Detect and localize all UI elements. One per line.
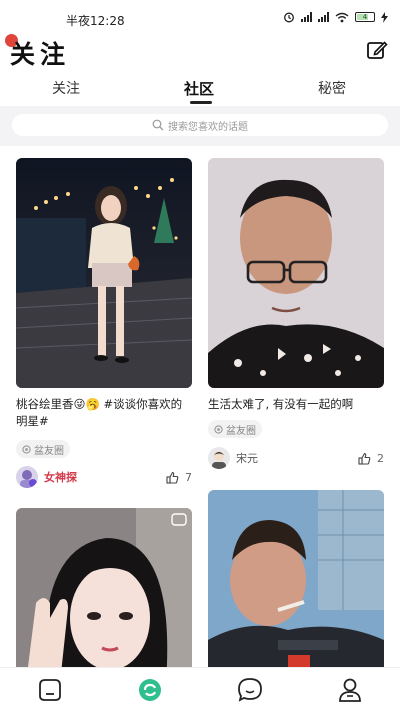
message-icon[interactable] xyxy=(236,677,264,703)
wifi-icon xyxy=(335,12,349,22)
signal-icon xyxy=(301,12,312,22)
home-icon[interactable] xyxy=(36,677,64,703)
alarm-icon xyxy=(284,12,294,23)
post-card[interactable]: 生活太难了, 有没有一起的啊 盆友圈 宋元 2 xyxy=(208,158,384,493)
topic-tag[interactable]: 盆友圈 xyxy=(208,420,262,438)
tab-community[interactable]: 社区 xyxy=(184,78,214,99)
post-image[interactable] xyxy=(208,158,384,388)
thumbs-up-icon xyxy=(166,471,179,484)
search-placeholder: 搜索您喜欢的话题 xyxy=(168,121,248,133)
battery-icon: 4 xyxy=(355,12,375,22)
search-icon xyxy=(152,119,164,131)
community-icon[interactable] xyxy=(136,677,164,703)
tab-following[interactable]: 关注 xyxy=(52,78,80,98)
author-name[interactable]: 女神探 xyxy=(44,469,77,485)
signal-icon-2 xyxy=(318,12,329,22)
post-title[interactable]: 生活太难了, 有没有一起的啊 xyxy=(208,396,384,413)
post-feed: 桃谷绘里香😜🥱 #谈谈你喜欢的明星# 盆友圈 女神探 7 生活太难了, 有没有一… xyxy=(0,146,400,667)
like-count: 2 xyxy=(377,451,384,465)
post-title[interactable]: 桃谷绘里香😜🥱 #谈谈你喜欢的明星# xyxy=(16,396,192,430)
avatar[interactable] xyxy=(208,447,230,469)
post-image[interactable] xyxy=(16,508,192,667)
active-tab-indicator xyxy=(190,101,212,104)
author-row: 女神探 7 xyxy=(16,466,192,488)
bottom-nav xyxy=(0,667,400,711)
search-area: 搜索您喜欢的话题 xyxy=(0,106,400,146)
circle-tag-icon xyxy=(214,424,223,434)
like-button[interactable]: 2 xyxy=(358,452,384,465)
post-card[interactable]: 桃谷绘里香😜🥱 #谈谈你喜欢的明星# 盆友圈 女神探 7 xyxy=(16,158,192,493)
like-button[interactable]: 7 xyxy=(166,471,192,484)
post-card[interactable] xyxy=(208,490,384,667)
avatar[interactable] xyxy=(16,466,38,488)
topic-tag-label: 盆友圈 xyxy=(34,445,64,457)
status-time: 半夜12:28 xyxy=(66,14,125,28)
tab-bar: 关注 社区 秘密 xyxy=(0,72,400,106)
post-card[interactable] xyxy=(16,508,192,667)
circle-tag-icon xyxy=(22,444,31,454)
author-name[interactable]: 宋元 xyxy=(236,450,258,466)
status-bar: 半夜12:28 4 xyxy=(0,0,400,34)
thumbs-up-icon xyxy=(358,452,371,465)
edit-icon[interactable] xyxy=(366,39,388,61)
tab-secret[interactable]: 秘密 xyxy=(318,78,346,98)
post-image[interactable] xyxy=(208,490,384,667)
post-image[interactable] xyxy=(16,158,192,388)
app-header: 关注 xyxy=(0,34,400,72)
like-count: 7 xyxy=(185,470,192,484)
topic-tag[interactable]: 盆友圈 xyxy=(16,440,70,458)
page-title: 关注 xyxy=(10,40,71,69)
search-input[interactable]: 搜索您喜欢的话题 xyxy=(12,114,388,136)
topic-tag-label: 盆友圈 xyxy=(226,425,256,437)
author-row: 宋元 2 xyxy=(208,447,384,469)
profile-icon[interactable] xyxy=(336,677,364,703)
status-icons: 4 xyxy=(283,11,388,23)
charging-icon xyxy=(381,11,388,23)
